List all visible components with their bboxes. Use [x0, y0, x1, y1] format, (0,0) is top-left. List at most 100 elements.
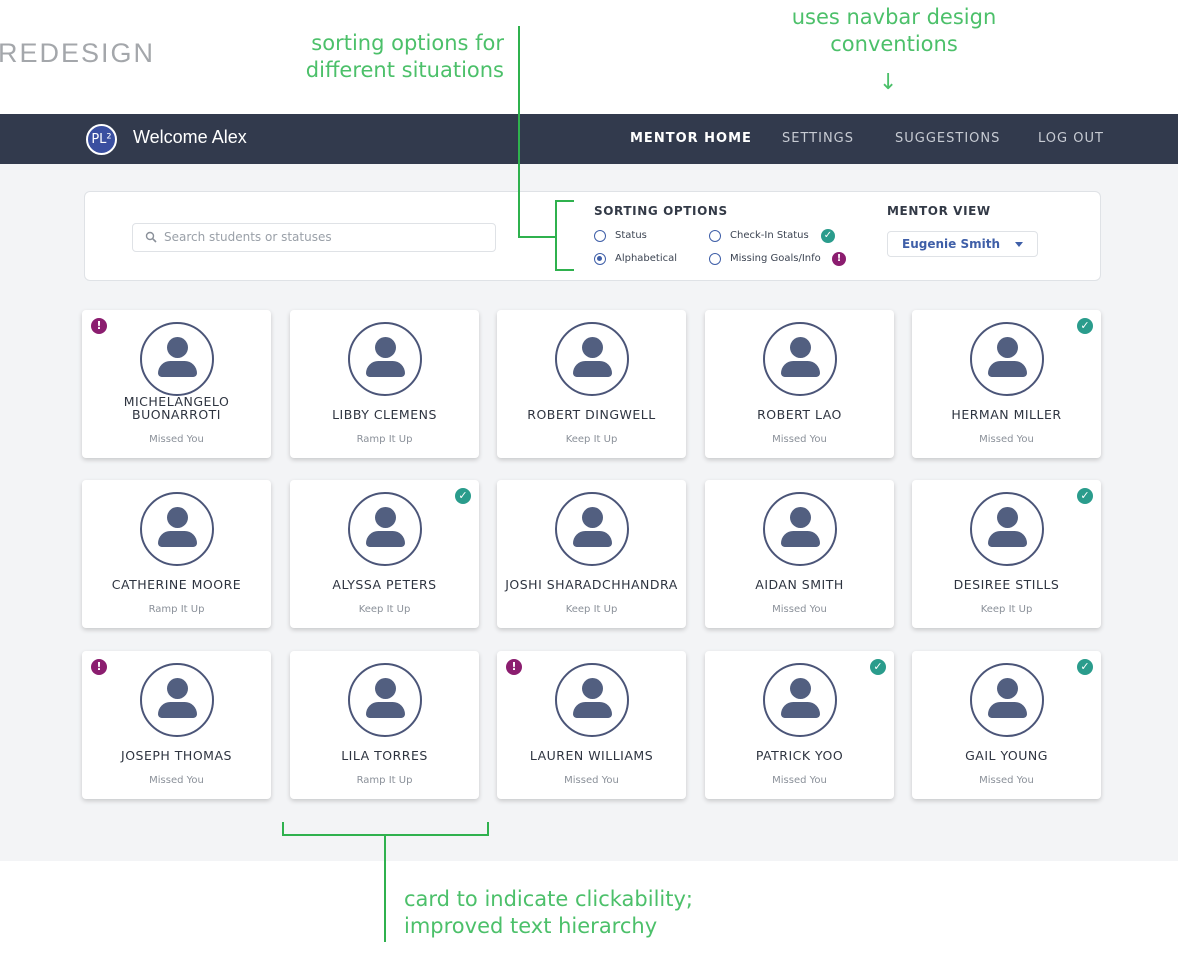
- sort-option-alphabetical[interactable]: Alphabetical: [594, 252, 704, 268]
- search-placeholder: Search students or statuses: [164, 230, 332, 244]
- student-status: Missed You: [149, 775, 204, 786]
- check-icon: ✓: [1077, 488, 1093, 504]
- radio-label-checkin: Check-In Status: [730, 230, 809, 241]
- student-card[interactable]: GAIL YOUNG Missed You ✓: [912, 651, 1101, 799]
- student-status: Missed You: [772, 434, 827, 445]
- student-name: LAUREN WILLIAMS: [529, 748, 654, 763]
- user-icon: [140, 663, 214, 737]
- search-input[interactable]: Search students or statuses: [132, 223, 496, 252]
- student-status: Missed You: [772, 604, 827, 615]
- mentor-select[interactable]: Eugenie Smith: [887, 231, 1038, 257]
- user-icon: [348, 322, 422, 396]
- alert-icon: !: [506, 659, 522, 675]
- mentor-select-value: Eugenie Smith: [902, 237, 1000, 251]
- student-card[interactable]: LIBBY CLEMENS Ramp It Up: [290, 310, 479, 458]
- user-icon: [763, 322, 837, 396]
- annotation-line: [384, 834, 386, 942]
- student-card[interactable]: MICHELANGELO BUONARROTI Missed You!: [82, 310, 271, 458]
- student-name: CATHERINE MOORE: [111, 577, 242, 592]
- annotation-bracket: [555, 269, 574, 271]
- student-card[interactable]: JOSEPH THOMAS Missed You!: [82, 651, 271, 799]
- student-card[interactable]: JOSHI SHARADCHHANDRA Keep It Up: [497, 480, 686, 628]
- radio-missing[interactable]: [709, 253, 721, 265]
- check-icon: ✓: [821, 229, 835, 243]
- nav-mentor-home[interactable]: MENTOR HOME: [630, 131, 752, 146]
- arrow-down-icon: ↓: [879, 70, 898, 95]
- radio-label-missing: Missing Goals/Info: [730, 253, 821, 264]
- logo[interactable]: PL²: [86, 124, 117, 155]
- sort-option-checkin[interactable]: Check-In Status ✓: [709, 229, 849, 245]
- check-icon: ✓: [870, 659, 886, 675]
- user-icon: [970, 322, 1044, 396]
- student-name: ROBERT DINGWELL: [527, 407, 656, 422]
- check-icon: ✓: [1077, 659, 1093, 675]
- student-card[interactable]: HERMAN MILLER Missed You ✓: [912, 310, 1101, 458]
- student-card[interactable]: ROBERT DINGWELL Keep It Up: [497, 310, 686, 458]
- user-icon: [348, 492, 422, 566]
- student-name: ROBERT LAO: [757, 407, 842, 422]
- student-card[interactable]: CATHERINE MOORE Ramp It Up: [82, 480, 271, 628]
- radio-checkin[interactable]: [709, 230, 721, 242]
- student-status: Keep It Up: [980, 604, 1033, 615]
- student-name: GAIL YOUNG: [965, 748, 1048, 763]
- annotation-line: [518, 26, 520, 238]
- student-card[interactable]: LILA TORRES Ramp It Up: [290, 651, 479, 799]
- sort-option-missing[interactable]: Missing Goals/Info !: [709, 252, 859, 268]
- student-card[interactable]: DESIREE STILLS Keep It Up ✓: [912, 480, 1101, 628]
- annotation-sorting: sorting options for different situations: [305, 31, 504, 82]
- student-name: LIBBY CLEMENS: [332, 407, 437, 422]
- student-name: JOSEPH THOMAS: [121, 748, 232, 763]
- user-icon: [763, 492, 837, 566]
- student-status: Ramp It Up: [356, 775, 413, 786]
- annotation-bracket: [555, 200, 557, 271]
- student-name: DESIREE STILLS: [953, 577, 1060, 592]
- nav-settings[interactable]: SETTINGS: [782, 131, 854, 146]
- radio-label-status: Status: [615, 230, 647, 241]
- student-name: JOSHI SHARADCHHANDRA: [505, 577, 678, 592]
- student-name: PATRICK YOO: [755, 748, 844, 763]
- user-icon: [555, 663, 629, 737]
- user-icon: [348, 663, 422, 737]
- student-card[interactable]: AIDAN SMITH Missed You: [705, 480, 894, 628]
- student-name: ALYSSA PETERS: [332, 577, 437, 592]
- user-icon: [140, 322, 214, 396]
- navbar: PL² Welcome Alex MENTOR HOME SETTINGS SU…: [0, 114, 1178, 164]
- student-status: Keep It Up: [565, 434, 618, 445]
- annotation-navbar: uses navbar design conventions: [791, 5, 997, 56]
- student-card[interactable]: ALYSSA PETERS Keep It Up ✓: [290, 480, 479, 628]
- student-name: MICHELANGELO BUONARROTI: [123, 394, 230, 422]
- annotation-line: [518, 236, 556, 238]
- user-icon: [555, 492, 629, 566]
- student-status: Missed You: [979, 434, 1034, 445]
- student-status: Missed You: [564, 775, 619, 786]
- user-icon: [970, 663, 1044, 737]
- student-card[interactable]: PATRICK YOO Missed You ✓: [705, 651, 894, 799]
- radio-alphabetical[interactable]: [594, 253, 606, 265]
- nav-suggestions[interactable]: SUGGESTIONS: [895, 131, 1000, 146]
- student-status: Keep It Up: [358, 604, 411, 615]
- student-status: Missed You: [772, 775, 827, 786]
- annotation-card: card to indicate clickability; improved …: [404, 887, 693, 938]
- student-card[interactable]: LAUREN WILLIAMS Missed You!: [497, 651, 686, 799]
- student-name: HERMAN MILLER: [951, 407, 1062, 422]
- annotation-bracket: [555, 200, 574, 202]
- student-status: Missed You: [979, 775, 1034, 786]
- controls-panel: Search students or statuses SORTING OPTI…: [84, 191, 1101, 281]
- student-status: Ramp It Up: [148, 604, 205, 615]
- sort-option-status[interactable]: Status: [594, 229, 694, 245]
- check-icon: ✓: [455, 488, 471, 504]
- user-icon: [555, 322, 629, 396]
- alert-icon: !: [91, 318, 107, 334]
- student-name: AIDAN SMITH: [755, 577, 844, 592]
- student-card[interactable]: ROBERT LAO Missed You: [705, 310, 894, 458]
- alert-icon: !: [91, 659, 107, 675]
- radio-status[interactable]: [594, 230, 606, 242]
- mentor-view-title: MENTOR VIEW: [887, 204, 991, 218]
- welcome-text: Welcome Alex: [133, 127, 247, 147]
- chevron-down-icon: [1015, 242, 1023, 247]
- user-icon: [763, 663, 837, 737]
- student-status: Ramp It Up: [356, 434, 413, 445]
- nav-log-out[interactable]: LOG OUT: [1038, 131, 1104, 146]
- annotation-bracket: [487, 822, 489, 836]
- user-icon: [970, 492, 1044, 566]
